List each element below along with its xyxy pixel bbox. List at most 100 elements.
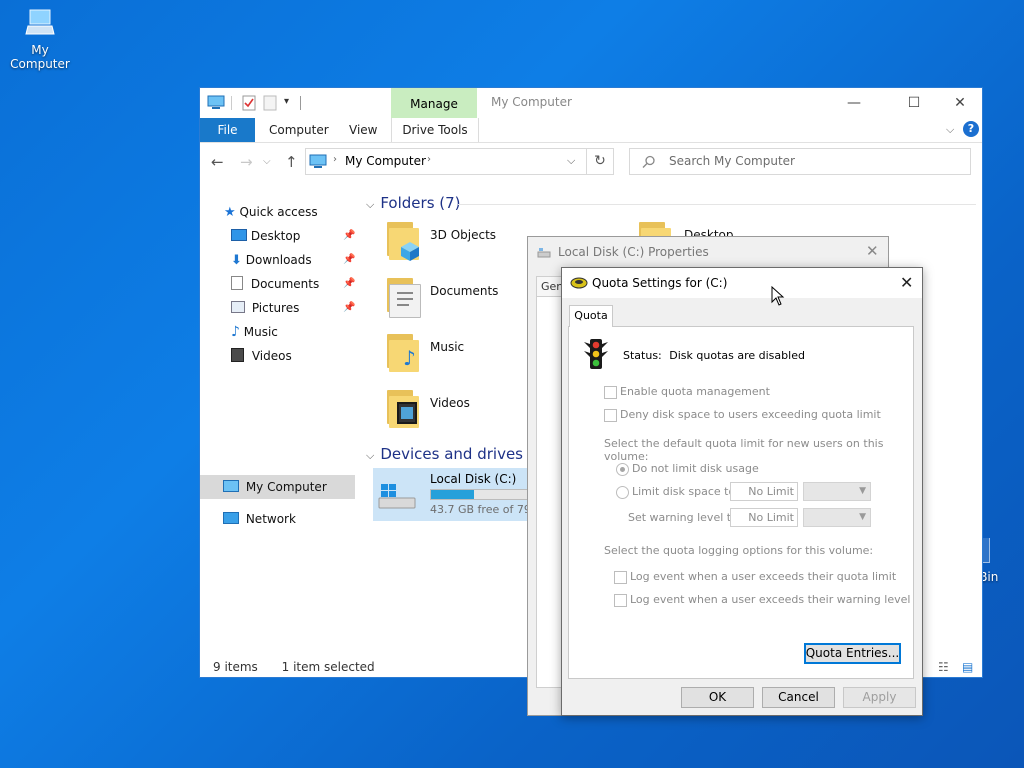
quota-entries-button[interactable]: Quota Entries...: [804, 643, 901, 664]
nav-label: Network: [245, 512, 296, 526]
drive-usage-bar: [430, 489, 528, 500]
desktop-icon-label: My Computer: [10, 43, 70, 71]
nav-pictures[interactable]: Pictures: [231, 296, 299, 320]
pin-icon[interactable]: 📌: [343, 254, 355, 265]
expand-ribbon-icon[interactable]: ⌵: [946, 123, 954, 137]
recent-locations-icon[interactable]: ⌵: [263, 156, 271, 167]
computer-icon: [309, 154, 327, 168]
properties-title: Local Disk (C:) Properties: [558, 245, 709, 259]
local-disk-item[interactable]: Local Disk (C:) 43.7 GB free of 79.4: [373, 468, 541, 521]
log-warning-checkbox[interactable]: [614, 594, 627, 607]
drive-free-space: 43.7 GB free of 79.4: [430, 503, 542, 516]
chevron-down-icon: ▼: [859, 486, 866, 496]
status-value: Disk quotas are disabled: [669, 349, 805, 362]
folder-label[interactable]: 3D Objects: [430, 228, 496, 242]
computer-icon: [223, 480, 239, 492]
document-icon: [231, 276, 243, 290]
nav-music[interactable]: ♪ Music: [231, 320, 278, 344]
tab-file[interactable]: File: [200, 118, 255, 142]
back-arrow-icon[interactable]: ←: [211, 153, 224, 171]
limit-value-field[interactable]: No Limit: [730, 482, 798, 501]
folder-label[interactable]: Documents: [430, 284, 498, 298]
help-icon[interactable]: ?: [963, 121, 979, 137]
warning-unit-dropdown[interactable]: ▼: [803, 508, 871, 527]
devices-group-header[interactable]: ⌵ Devices and drives (2): [366, 445, 549, 463]
folder-videos-icon[interactable]: [385, 390, 421, 428]
large-icons-view-icon[interactable]: ▤: [962, 660, 973, 674]
download-icon: ⬇: [231, 253, 242, 268]
nav-videos[interactable]: Videos: [231, 344, 292, 368]
pin-icon[interactable]: 📌: [343, 302, 355, 313]
minimize-button[interactable]: —: [839, 92, 869, 114]
up-arrow-icon[interactable]: ↑: [285, 153, 298, 171]
nav-label: Quick access: [239, 205, 318, 219]
address-dropdown-icon[interactable]: ⌵: [567, 154, 575, 168]
nav-network[interactable]: Network: [223, 507, 296, 531]
properties-close-button[interactable]: ✕: [866, 242, 879, 260]
desktop-my-computer-icon[interactable]: My Computer: [0, 6, 80, 71]
maximize-button[interactable]: ☐: [899, 92, 929, 114]
folder-label[interactable]: Videos: [430, 396, 470, 410]
status-bar: 9 items 1 item selected: [213, 660, 375, 674]
limit-disk-radio[interactable]: [616, 486, 629, 499]
deny-space-label: Deny disk space to users exceeding quota…: [620, 408, 881, 421]
folder-documents-icon[interactable]: [385, 278, 421, 318]
properties-icon[interactable]: [241, 95, 257, 111]
deny-space-checkbox[interactable]: [604, 409, 617, 422]
tab-quota[interactable]: Quota: [569, 305, 613, 327]
cube-icon: [401, 242, 419, 261]
details-view-icon[interactable]: ☷: [938, 660, 949, 674]
limit-unit-dropdown[interactable]: ▼: [803, 482, 871, 501]
breadcrumb-my-computer[interactable]: My Computer: [345, 154, 426, 168]
manage-tab[interactable]: Manage: [391, 88, 477, 118]
nav-quick-access[interactable]: ★ Quick access: [224, 200, 318, 224]
nav-downloads[interactable]: ⬇ Downloads: [231, 248, 312, 272]
folder-music-icon[interactable]: ♪: [385, 334, 421, 372]
tab-computer[interactable]: Computer: [269, 118, 329, 142]
apply-button[interactable]: Apply: [843, 687, 916, 708]
quota-close-button[interactable]: ✕: [900, 273, 913, 292]
warning-value-field[interactable]: No Limit: [730, 508, 798, 527]
folder-3d-objects-icon[interactable]: [385, 222, 421, 261]
nav-documents[interactable]: Documents: [231, 272, 319, 296]
disk-icon: [570, 277, 588, 289]
address-row: ← → ⌵ ↑ › My Computer › ⌵ ↻ Search My Co…: [200, 146, 982, 178]
tab-view[interactable]: View: [349, 118, 377, 142]
folders-group-header[interactable]: ⌵ Folders (7): [366, 194, 461, 212]
cancel-button[interactable]: Cancel: [762, 687, 835, 708]
refresh-button[interactable]: ↻: [587, 148, 614, 175]
search-input[interactable]: Search My Computer: [629, 148, 971, 175]
log-limit-checkbox[interactable]: [614, 571, 627, 584]
warning-level-label: Set warning level to: [628, 511, 738, 524]
customize-toolbar-icon[interactable]: ▾: [284, 96, 289, 107]
no-limit-label: Do not limit disk usage: [632, 462, 759, 475]
enable-quota-checkbox[interactable]: [604, 386, 617, 399]
address-bar[interactable]: › My Computer › ⌵: [305, 148, 587, 175]
chevron-down-icon: ⌵: [366, 198, 375, 211]
window-title: My Computer: [491, 95, 572, 109]
nav-desktop[interactable]: Desktop: [231, 224, 300, 248]
ok-button[interactable]: OK: [681, 687, 754, 708]
star-icon: ★: [224, 205, 236, 220]
drive-icon: [537, 248, 551, 258]
close-button[interactable]: ✕: [945, 92, 975, 114]
network-icon: [223, 512, 239, 524]
pin-icon[interactable]: 📌: [343, 278, 355, 289]
forward-arrow-icon[interactable]: →: [240, 153, 253, 171]
log-limit-label: Log event when a user exceeds their quot…: [630, 570, 897, 583]
nav-my-computer[interactable]: My Computer: [223, 475, 327, 499]
computer-icon: [25, 9, 55, 35]
pin-icon[interactable]: 📌: [343, 230, 355, 241]
no-limit-radio[interactable]: [616, 463, 629, 476]
tab-drive-tools[interactable]: Drive Tools: [391, 118, 479, 142]
group-title: Folders (7): [380, 194, 461, 212]
refresh-icon: ↻: [594, 153, 606, 169]
limit-disk-label: Limit disk space to: [632, 485, 736, 498]
new-folder-icon[interactable]: [263, 95, 277, 111]
traffic-light-icon: [584, 339, 608, 369]
music-note-icon: ♪: [403, 346, 416, 370]
mouse-cursor-icon: [771, 286, 785, 306]
folder-label[interactable]: Music: [430, 340, 464, 354]
breadcrumb-chevron-icon[interactable]: ›: [333, 154, 337, 165]
breadcrumb-chevron-icon[interactable]: ›: [427, 154, 431, 165]
